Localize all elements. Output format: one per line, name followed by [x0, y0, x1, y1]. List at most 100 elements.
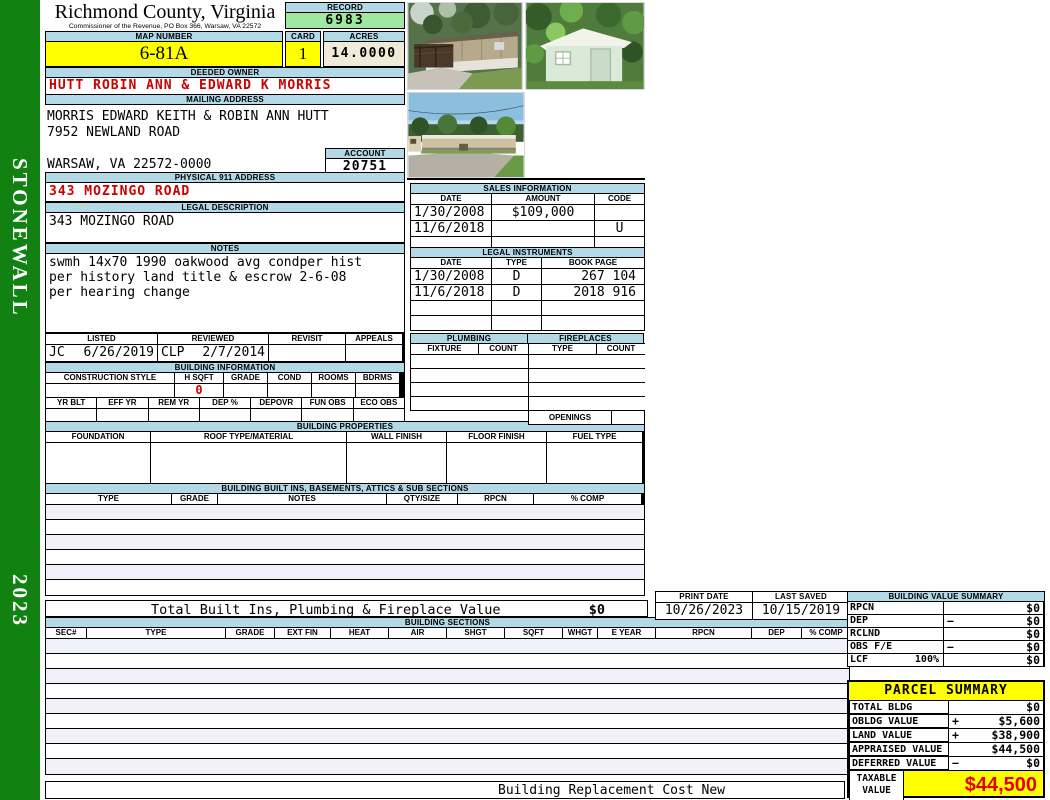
- built-ins-total-row: Total Built Ins, Plumbing & Fireplace Va…: [45, 600, 648, 618]
- empty-row: [411, 369, 528, 382]
- wall-finish-value: [347, 443, 446, 483]
- empty-row: [411, 301, 491, 315]
- parcel-sign: +: [952, 715, 959, 728]
- empty-row: [46, 669, 849, 684]
- openings-label: OPENINGS: [528, 411, 612, 425]
- empty-row: [529, 355, 645, 368]
- building-information-section: BUILDING INFORMATION CONSTRUCTION STYLE …: [45, 362, 405, 426]
- physical-address-section: PHYSICAL 911 ADDRESS 343 MOZINGO ROAD: [45, 172, 405, 202]
- sales-information-section: SALES INFORMATION DATE AMOUNT CODE 1/30/…: [410, 183, 645, 252]
- county-header: Richmond County, Virginia Commissioner o…: [45, 2, 285, 31]
- empty-row: [46, 699, 849, 714]
- sale-date: 11/6/2018: [411, 221, 491, 236]
- sale-code: [595, 205, 644, 220]
- empty-row: [46, 505, 644, 520]
- mobile-home-deck-photo: [407, 2, 523, 90]
- building-sections-section: BUILDING SECTIONS SEC# TYPE GRADE EXT FI…: [45, 617, 850, 775]
- appeals-header: APPEALS: [346, 334, 402, 344]
- instrument-type-header: TYPE: [492, 258, 541, 268]
- instrument-book-page: 2018 916: [542, 285, 644, 300]
- builtins-notes-header: NOTES: [218, 494, 386, 504]
- card-label: CARD: [285, 31, 321, 42]
- taxable-value-amount: $44,500: [964, 774, 1037, 796]
- bdrms-value: [356, 384, 399, 397]
- building-sections-rows: [45, 639, 850, 775]
- notes-line-2: per history land title & escrow 2-6-08: [49, 270, 347, 285]
- empty-row: [529, 397, 645, 410]
- empty-row: [411, 316, 491, 330]
- sec-extfin-header: EXT FIN: [275, 628, 330, 638]
- empty-row: [46, 759, 849, 774]
- bvs-sign: −: [947, 615, 954, 627]
- empty-row: [411, 355, 528, 368]
- notes-line-3: per hearing change: [49, 285, 190, 300]
- record-box: RECORD 6983: [285, 2, 405, 29]
- account-box: ACCOUNT 20751: [325, 148, 405, 175]
- sidebar: STONEWALL 2023: [0, 0, 40, 800]
- sale-amount: [492, 221, 594, 236]
- listed-by: JC: [49, 345, 65, 360]
- sales-date-header: DATE: [411, 194, 491, 204]
- acres-label: ACRES: [323, 31, 405, 42]
- instrument-book-header: BOOK PAGE: [542, 258, 644, 268]
- built-ins-total-value: $0: [588, 602, 605, 618]
- notes-label: NOTES: [45, 243, 405, 254]
- listed-date: 6/26/2019: [83, 345, 154, 360]
- parcel-sign: −: [952, 757, 959, 770]
- floor-finish-header: FLOOR FINISH: [447, 432, 546, 442]
- parcel-value: $5,600: [998, 715, 1040, 728]
- sec-air-header: AIR: [389, 628, 446, 638]
- rooms-header: ROOMS: [312, 373, 355, 383]
- review-section: LISTED REVIEWED REVISIT APPEALS JC 6/26/…: [45, 333, 405, 362]
- ecoobs-header: ECO OBS: [353, 398, 404, 408]
- bvs-value: $0: [1026, 602, 1040, 614]
- building-value-summary-section: BUILDING VALUE SUMMARY RPCN $0 DEP − $0 R…: [847, 591, 1045, 667]
- parcel-row-label: DEFERRED VALUE: [850, 757, 948, 769]
- grade-value: [224, 384, 267, 397]
- bvs-row-label: DEP: [848, 615, 943, 627]
- bvs-lcf-pct: 100%: [914, 654, 939, 665]
- deeded-owner-section: DEEDED OWNER HUTT ROBIN ANN & EDWARD K M…: [45, 67, 405, 95]
- appeals-value: [346, 345, 402, 361]
- mailing-line-2: 7952 NEWLAND ROAD: [47, 125, 181, 140]
- shed-photo: [525, 2, 645, 90]
- legal-description-section: LEGAL DESCRIPTION 343 MOZINGO ROAD: [45, 202, 405, 243]
- hsqft-header: H SQFT: [175, 373, 223, 383]
- empty-row: [542, 316, 644, 330]
- foundation-header: FOUNDATION: [46, 432, 150, 442]
- construction-style-value: [46, 384, 174, 397]
- fireplace-count-header: COUNT: [597, 344, 645, 354]
- empty-row: [46, 580, 644, 595]
- empty-row: [46, 684, 849, 699]
- builtins-rpcn-header: RPCN: [458, 494, 533, 504]
- replacement-cost-label: Building Replacement Cost New: [498, 783, 725, 798]
- built-ins-total-label: Total Built Ins, Plumbing & Fireplace Va…: [151, 602, 501, 618]
- parcel-value: $0: [1026, 757, 1040, 770]
- built-ins-rows: [45, 505, 645, 596]
- deeded-owner-label: DEEDED OWNER: [45, 67, 405, 78]
- empty-row: [46, 744, 849, 759]
- bdrms-header: BDRMS: [356, 373, 399, 383]
- plumbing-count-header: COUNT: [479, 344, 528, 354]
- sale-date: 1/30/2008: [411, 205, 491, 220]
- empty-row: [46, 550, 644, 565]
- empty-row: [529, 383, 645, 396]
- sec-comp-header: % COMP: [802, 628, 850, 638]
- sec-heat-header: HEAT: [331, 628, 388, 638]
- parcel-row-label: TOTAL BLDG VALUE: [850, 701, 948, 713]
- sales-code-header: CODE: [595, 194, 644, 204]
- legal-description-label: LEGAL DESCRIPTION: [45, 202, 405, 213]
- sec-type-header: TYPE: [87, 628, 225, 638]
- parcel-row-label: LAND VALUE: [850, 729, 948, 741]
- bvs-row-label: LCF: [850, 654, 869, 665]
- yrblt-header: YR BLT: [46, 398, 97, 408]
- district-name: STONEWALL: [8, 158, 32, 318]
- parcel-value: $38,900: [991, 729, 1040, 742]
- legal-description-value: 343 MOZINGO ROAD: [45, 213, 405, 243]
- bvs-value: $0: [1026, 641, 1040, 653]
- listed-header: LISTED: [46, 334, 157, 344]
- builtins-type-header: TYPE: [46, 494, 171, 504]
- empty-row: [46, 729, 849, 744]
- parcel-value: $0: [1026, 701, 1040, 714]
- notes-line-1: swmh 14x70 1990 oakwood avg condper hist: [49, 255, 363, 270]
